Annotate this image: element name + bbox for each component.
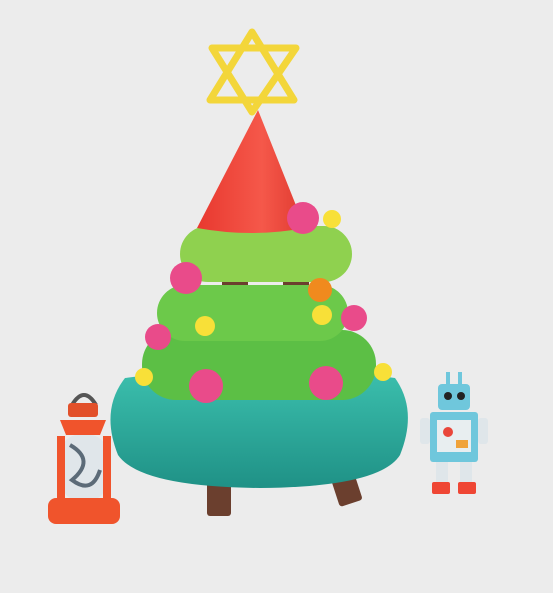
ornament-pink <box>287 202 319 234</box>
ornament-pink <box>341 305 367 331</box>
ornament-yellow <box>135 368 153 386</box>
ornament-pink <box>170 262 202 294</box>
ornament-orange <box>308 278 332 302</box>
ornament-yellow <box>195 316 215 336</box>
christmas-tree-scene <box>0 0 553 593</box>
ornament-pink <box>309 366 343 400</box>
ornament-yellow <box>323 210 341 228</box>
ornament-pink <box>145 324 171 350</box>
ornament-yellow <box>374 363 392 381</box>
ornament-yellow <box>312 305 332 325</box>
ornament-pink <box>189 369 223 403</box>
tree-tier-top <box>180 226 352 282</box>
